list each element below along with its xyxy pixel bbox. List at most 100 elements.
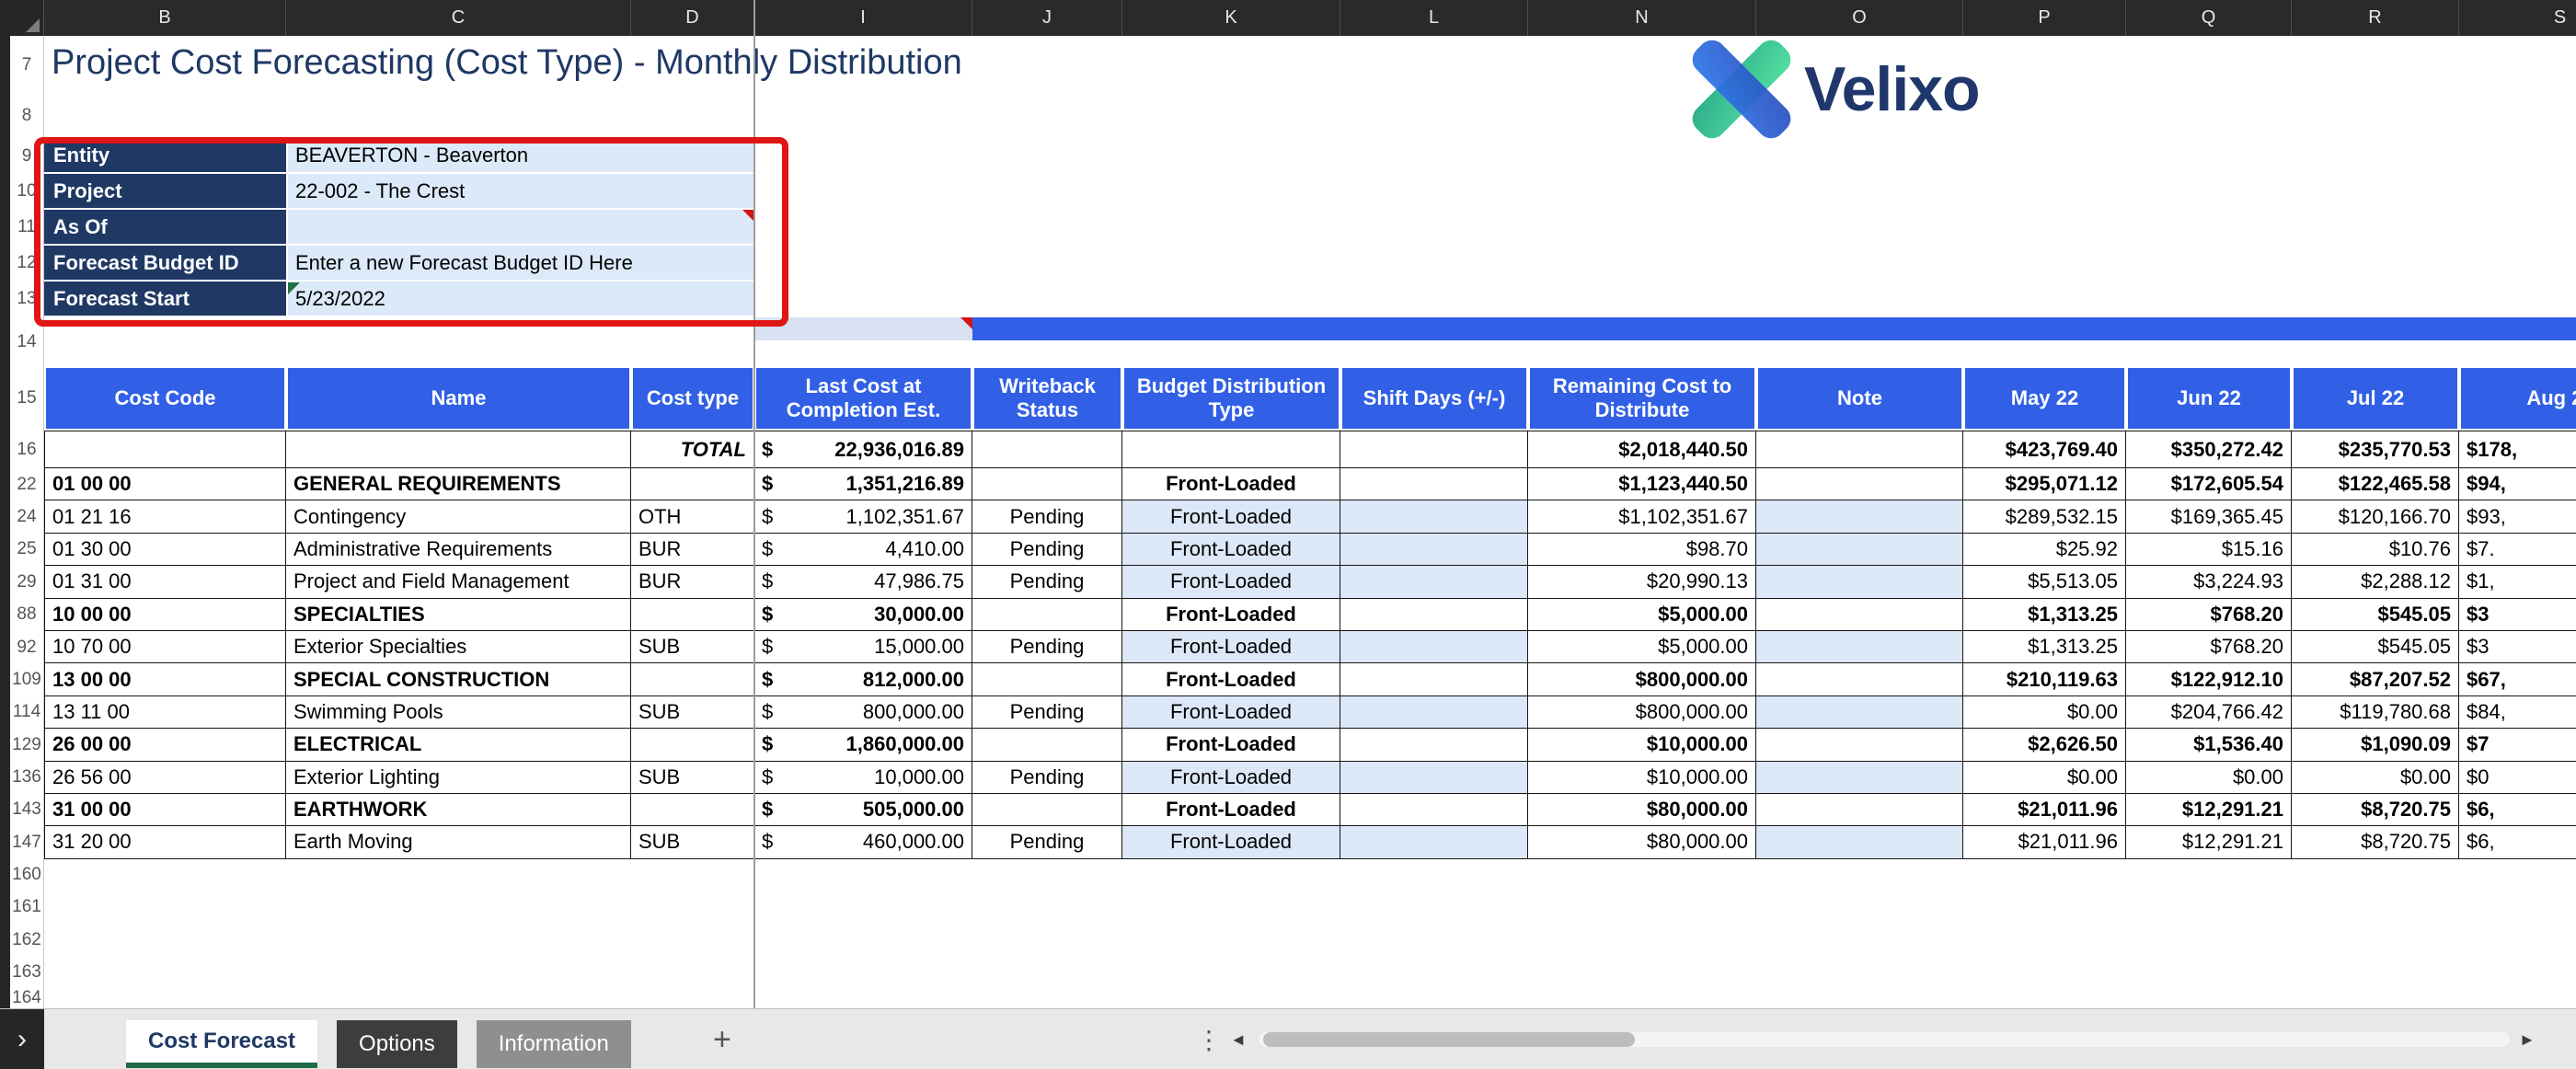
cell-shift-days[interactable] xyxy=(1340,794,1528,825)
form-value-4[interactable]: 5/23/2022 xyxy=(286,282,754,317)
column-header-C[interactable]: C xyxy=(286,0,631,36)
cell-remaining[interactable]: $1,102,351.67 xyxy=(1528,500,1756,532)
cell-may[interactable]: $0.00 xyxy=(1963,696,2126,728)
cell-jul[interactable]: $545.05 xyxy=(2292,599,2459,630)
cell-distribution[interactable]: Front-Loaded xyxy=(1122,696,1340,728)
row-header-8[interactable]: 8 xyxy=(10,94,43,138)
cell-jun[interactable]: $122,912.10 xyxy=(2126,663,2292,695)
cell-remaining[interactable]: $800,000.00 xyxy=(1528,696,1756,728)
cell-last-cost[interactable]: $505,000.00 xyxy=(754,794,972,825)
cell-note[interactable] xyxy=(1756,663,1963,695)
cell-aug[interactable]: $1, xyxy=(2459,566,2576,597)
cell-cost-code[interactable] xyxy=(44,431,286,467)
cell-distribution[interactable]: Front-Loaded xyxy=(1122,794,1340,825)
cell-last-cost[interactable]: $22,936,016.89 xyxy=(754,431,972,467)
cell-cost-type[interactable]: OTH xyxy=(631,500,754,532)
cell-writeback[interactable] xyxy=(972,599,1122,630)
cell-remaining[interactable]: $10,000.00 xyxy=(1528,762,1756,793)
column-header-J[interactable]: J xyxy=(972,0,1122,36)
cell-remaining[interactable]: $20,990.13 xyxy=(1528,566,1756,597)
cell-writeback[interactable]: Pending xyxy=(972,762,1122,793)
cell-aug[interactable]: $3 xyxy=(2459,631,2576,662)
cell-cost-code[interactable]: 26 00 00 xyxy=(44,729,286,760)
table-header-note[interactable]: Note xyxy=(1756,366,1963,431)
row-header-143[interactable]: 143 xyxy=(10,793,43,826)
table-header-cost-type[interactable]: Cost type xyxy=(631,366,754,431)
cell-may[interactable]: $423,769.40 xyxy=(1963,431,2126,467)
cell-cost-type[interactable] xyxy=(631,468,754,500)
cell-cost-code[interactable]: 31 00 00 xyxy=(44,794,286,825)
cell-jun[interactable]: $3,224.93 xyxy=(2126,566,2292,597)
row-header-163[interactable]: 163 xyxy=(10,956,43,988)
sheet-tab-information[interactable]: Information xyxy=(477,1020,631,1068)
cell-note[interactable] xyxy=(1756,631,1963,662)
cell-writeback[interactable]: Pending xyxy=(972,500,1122,532)
row-header-147[interactable]: 147 xyxy=(10,826,43,858)
cell-aug[interactable]: $0 xyxy=(2459,762,2576,793)
cell-jul[interactable]: $1,090.09 xyxy=(2292,729,2459,760)
column-header-K[interactable]: K xyxy=(1122,0,1340,36)
cell-name[interactable]: GENERAL REQUIREMENTS xyxy=(286,468,631,500)
cell-name[interactable]: SPECIAL CONSTRUCTION xyxy=(286,663,631,695)
cell-last-cost[interactable]: $460,000.00 xyxy=(754,826,972,857)
column-header-S[interactable]: S xyxy=(2459,0,2576,36)
cell-jul[interactable]: $545.05 xyxy=(2292,631,2459,662)
cell-jul[interactable]: $120,166.70 xyxy=(2292,500,2459,532)
cell-may[interactable]: $2,626.50 xyxy=(1963,729,2126,760)
row-header-161[interactable]: 161 xyxy=(10,891,43,924)
cell-jun[interactable]: $12,291.21 xyxy=(2126,826,2292,857)
row-header-24[interactable]: 24 xyxy=(10,500,43,533)
cell-writeback[interactable] xyxy=(972,468,1122,500)
cell-jul[interactable]: $122,465.58 xyxy=(2292,468,2459,500)
row-header-12[interactable]: 12 xyxy=(10,245,43,281)
cell-writeback[interactable]: Pending xyxy=(972,826,1122,857)
cell-note[interactable] xyxy=(1756,431,1963,467)
cell-cost-code[interactable]: 31 20 00 xyxy=(44,826,286,857)
sheet-nav-button[interactable]: › xyxy=(0,1009,44,1069)
cell-note[interactable] xyxy=(1756,794,1963,825)
cell-aug[interactable]: $84, xyxy=(2459,696,2576,728)
table-header-remaining[interactable]: Remaining Cost to Distribute xyxy=(1528,366,1756,431)
sheet-tab-options[interactable]: Options xyxy=(337,1020,457,1068)
cell-last-cost[interactable]: $812,000.00 xyxy=(754,663,972,695)
table-header-shift-days[interactable]: Shift Days (+/-) xyxy=(1340,366,1528,431)
cell-cost-type[interactable] xyxy=(631,729,754,760)
table-header-writeback[interactable]: Writeback Status xyxy=(972,366,1122,431)
cell-writeback[interactable] xyxy=(972,431,1122,467)
cell-jun[interactable]: $169,365.45 xyxy=(2126,500,2292,532)
cell-aug[interactable]: $178, xyxy=(2459,431,2576,467)
table-header-may[interactable]: May 22 xyxy=(1963,366,2126,431)
row-header-7[interactable]: 7 xyxy=(10,36,43,94)
scroll-thumb[interactable] xyxy=(1263,1032,1635,1047)
table-header-name[interactable]: Name xyxy=(286,366,631,431)
cell-last-cost[interactable]: $47,986.75 xyxy=(754,566,972,597)
cell-distribution[interactable] xyxy=(1122,431,1340,467)
row-header-109[interactable]: 109 xyxy=(10,663,43,695)
form-value-0[interactable]: BEAVERTON - Beaverton xyxy=(286,138,754,174)
cell-note[interactable] xyxy=(1756,500,1963,532)
cell-cost-code[interactable]: 10 00 00 xyxy=(44,599,286,630)
cell-distribution[interactable]: Front-Loaded xyxy=(1122,468,1340,500)
cell-distribution[interactable]: Front-Loaded xyxy=(1122,534,1340,565)
cell-distribution[interactable]: Front-Loaded xyxy=(1122,663,1340,695)
form-value-3[interactable]: Enter a new Forecast Budget ID Here xyxy=(286,246,754,282)
cell-note[interactable] xyxy=(1756,826,1963,857)
cell-may[interactable]: $21,011.96 xyxy=(1963,794,2126,825)
cell-name[interactable]: EARTHWORK xyxy=(286,794,631,825)
cell-note[interactable] xyxy=(1756,534,1963,565)
cell-writeback[interactable] xyxy=(972,729,1122,760)
cell-aug[interactable]: $6, xyxy=(2459,794,2576,825)
scroll-right-button[interactable]: ► xyxy=(2519,1009,2536,1069)
row-header-11[interactable]: 11 xyxy=(10,209,43,245)
cell-cost-type[interactable]: SUB xyxy=(631,826,754,857)
cell-jun[interactable]: $12,291.21 xyxy=(2126,794,2292,825)
cell-may[interactable]: $295,071.12 xyxy=(1963,468,2126,500)
cell-remaining[interactable]: $10,000.00 xyxy=(1528,729,1756,760)
column-header-Q[interactable]: Q xyxy=(2126,0,2292,36)
row-header-13[interactable]: 13 xyxy=(10,281,43,317)
cell-shift-days[interactable] xyxy=(1340,566,1528,597)
cell-note[interactable] xyxy=(1756,729,1963,760)
cell-cost-code[interactable]: 01 00 00 xyxy=(44,468,286,500)
scroll-track[interactable] xyxy=(1259,1032,2510,1047)
row-header-92[interactable]: 92 xyxy=(10,631,43,663)
